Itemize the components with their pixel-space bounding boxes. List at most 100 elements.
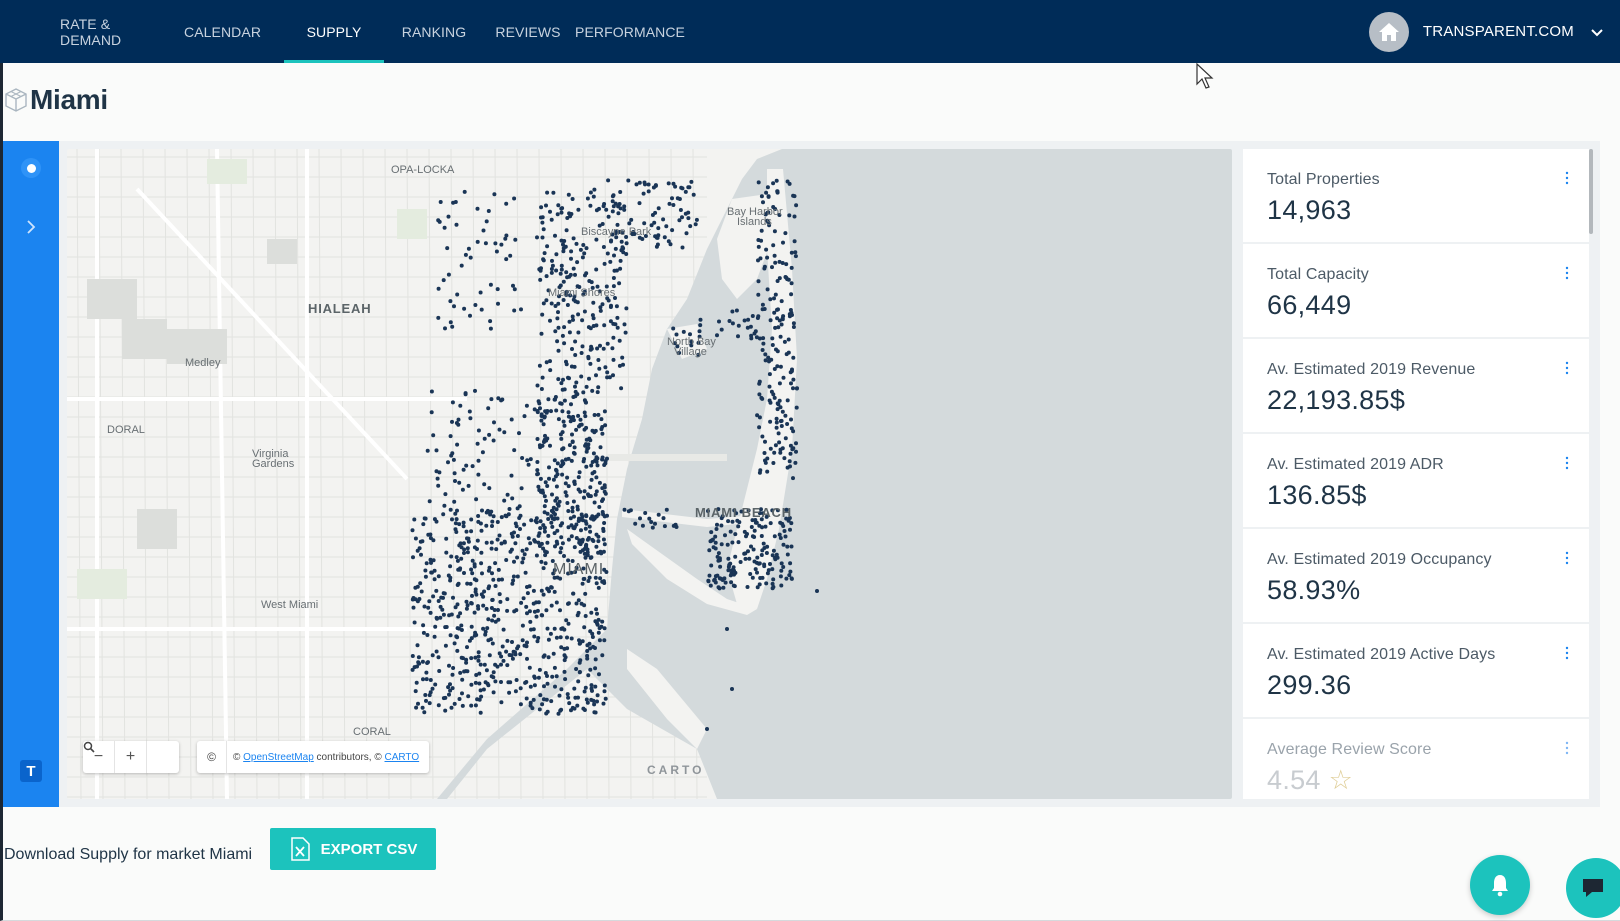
property-point[interactable] bbox=[434, 448, 439, 453]
property-point[interactable] bbox=[413, 585, 418, 590]
property-point[interactable] bbox=[496, 567, 501, 572]
property-point[interactable] bbox=[425, 633, 430, 637]
property-point[interactable] bbox=[719, 523, 724, 528]
property-point[interactable] bbox=[499, 700, 504, 705]
property-point[interactable] bbox=[522, 522, 527, 527]
property-point[interactable] bbox=[779, 583, 784, 588]
property-point[interactable] bbox=[560, 472, 565, 477]
property-point[interactable] bbox=[541, 592, 546, 597]
property-point[interactable] bbox=[749, 333, 754, 338]
property-point[interactable] bbox=[509, 531, 514, 536]
property-point[interactable] bbox=[748, 572, 753, 576]
property-point[interactable] bbox=[775, 407, 780, 412]
property-point[interactable] bbox=[594, 267, 599, 272]
property-point[interactable] bbox=[583, 555, 588, 560]
property-point[interactable] bbox=[493, 241, 498, 246]
property-point[interactable] bbox=[763, 358, 768, 363]
property-point[interactable] bbox=[469, 517, 474, 522]
property-point[interactable] bbox=[565, 501, 570, 505]
property-point[interactable] bbox=[587, 641, 592, 646]
property-point[interactable] bbox=[468, 581, 473, 586]
property-point[interactable] bbox=[562, 341, 567, 346]
property-point[interactable] bbox=[586, 673, 591, 678]
property-point[interactable] bbox=[489, 546, 494, 551]
property-point[interactable] bbox=[546, 533, 551, 538]
property-point[interactable] bbox=[477, 671, 482, 676]
property-point[interactable] bbox=[546, 397, 551, 402]
property-point[interactable] bbox=[646, 182, 651, 187]
property-point[interactable] bbox=[778, 520, 783, 525]
property-point[interactable] bbox=[451, 595, 455, 600]
property-point[interactable] bbox=[776, 307, 780, 312]
property-point[interactable] bbox=[455, 626, 460, 631]
property-point[interactable] bbox=[770, 553, 775, 558]
property-point[interactable] bbox=[671, 203, 676, 207]
property-point[interactable] bbox=[455, 635, 460, 640]
property-point[interactable] bbox=[576, 519, 581, 523]
property-point[interactable] bbox=[779, 568, 784, 573]
property-point[interactable] bbox=[428, 678, 433, 682]
property-point[interactable] bbox=[756, 314, 761, 319]
property-point[interactable] bbox=[770, 567, 775, 572]
property-point[interactable] bbox=[610, 194, 615, 199]
property-point[interactable] bbox=[464, 606, 469, 611]
property-point[interactable] bbox=[449, 554, 454, 559]
property-point[interactable] bbox=[686, 210, 691, 215]
property-point[interactable] bbox=[508, 253, 513, 258]
property-point[interactable] bbox=[773, 325, 778, 330]
property-point[interactable] bbox=[506, 512, 511, 517]
property-point[interactable] bbox=[795, 386, 799, 391]
property-point[interactable] bbox=[464, 599, 469, 604]
property-point[interactable] bbox=[765, 255, 770, 260]
property-point[interactable] bbox=[457, 480, 462, 485]
property-point[interactable] bbox=[470, 464, 475, 469]
property-point[interactable] bbox=[586, 579, 591, 583]
property-point[interactable] bbox=[469, 601, 474, 606]
property-point[interactable] bbox=[511, 578, 516, 583]
property-point[interactable] bbox=[593, 710, 598, 715]
property-point[interactable] bbox=[757, 392, 762, 397]
property-point[interactable] bbox=[588, 485, 593, 490]
property-point[interactable] bbox=[491, 514, 496, 519]
property-point[interactable] bbox=[764, 551, 769, 555]
property-point[interactable] bbox=[592, 500, 597, 505]
property-point[interactable] bbox=[752, 528, 757, 533]
property-point[interactable] bbox=[595, 693, 600, 698]
property-point[interactable] bbox=[569, 212, 574, 216]
property-point[interactable] bbox=[787, 459, 792, 464]
property-point[interactable] bbox=[584, 449, 589, 454]
property-point[interactable] bbox=[589, 686, 594, 691]
property-point[interactable] bbox=[499, 515, 504, 520]
property-point[interactable] bbox=[433, 624, 438, 629]
property-point[interactable] bbox=[684, 231, 689, 236]
property-point[interactable] bbox=[757, 381, 762, 386]
property-point[interactable] bbox=[558, 550, 563, 555]
property-point[interactable] bbox=[509, 417, 514, 422]
property-point[interactable] bbox=[784, 262, 789, 267]
property-point[interactable] bbox=[555, 541, 560, 546]
property-point[interactable] bbox=[794, 203, 799, 208]
property-point[interactable] bbox=[450, 324, 455, 329]
property-point[interactable] bbox=[466, 694, 471, 699]
avatar[interactable] bbox=[1368, 11, 1409, 52]
property-point[interactable] bbox=[761, 341, 766, 346]
property-point[interactable] bbox=[661, 217, 666, 222]
property-point[interactable] bbox=[707, 573, 712, 578]
property-point[interactable] bbox=[491, 670, 496, 675]
property-point[interactable] bbox=[453, 479, 457, 483]
tab-reviews[interactable]: REVIEWS bbox=[484, 0, 572, 63]
property-point[interactable] bbox=[554, 484, 559, 489]
property-point[interactable] bbox=[500, 644, 505, 649]
property-point[interactable] bbox=[555, 316, 560, 321]
property-point[interactable] bbox=[780, 409, 785, 414]
property-point[interactable] bbox=[580, 518, 585, 523]
property-point[interactable] bbox=[752, 559, 757, 564]
property-point[interactable] bbox=[427, 701, 432, 706]
property-point[interactable] bbox=[466, 483, 471, 488]
property-point[interactable] bbox=[480, 571, 484, 576]
property-point[interactable] bbox=[442, 503, 447, 508]
property-point[interactable] bbox=[479, 550, 484, 555]
property-point[interactable] bbox=[554, 674, 559, 679]
property-point[interactable] bbox=[580, 344, 585, 349]
property-point[interactable] bbox=[656, 512, 661, 517]
